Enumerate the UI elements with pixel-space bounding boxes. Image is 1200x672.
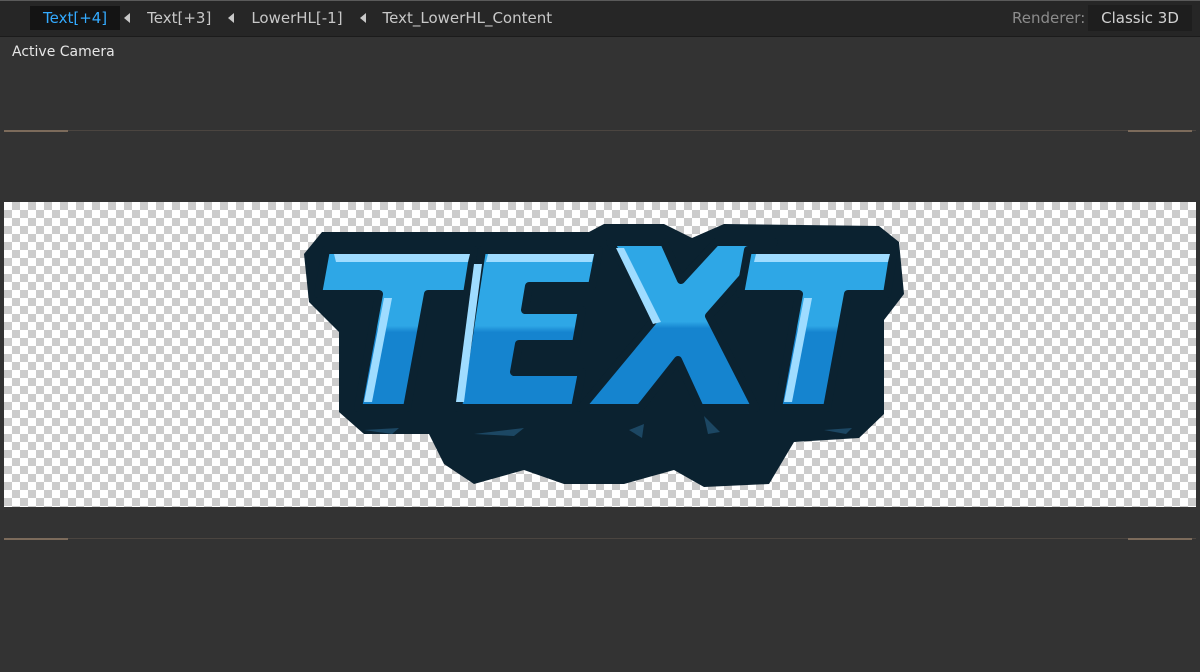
composition-viewer-window: Text[+4] Text[+3] LowerHL[-1] Text_Lower… xyxy=(0,0,1200,672)
breadcrumb-item-text-plus4[interactable]: Text[+4] xyxy=(30,6,121,30)
breadcrumb-item-lowerhl[interactable]: LowerHL[-1] xyxy=(238,6,355,30)
window-top-border xyxy=(0,0,1200,1)
breadcrumb-item-text-lowerhl-content[interactable]: Text_LowerHL_Content xyxy=(370,6,566,30)
chevron-left-icon xyxy=(224,6,238,30)
title-safe-guide-top xyxy=(4,130,1196,131)
composition-frame[interactable] xyxy=(4,202,1196,507)
viewer-toolbar: Text[+4] Text[+3] LowerHL[-1] Text_Lower… xyxy=(0,0,1200,37)
viewer-canvas[interactable]: Active Camera xyxy=(0,37,1200,672)
chevron-left-icon xyxy=(356,6,370,30)
chevron-left-icon xyxy=(120,6,134,30)
title-safe-tick xyxy=(1128,130,1192,132)
breadcrumb: Text[+4] Text[+3] LowerHL[-1] Text_Lower… xyxy=(30,6,565,30)
title-safe-tick xyxy=(1128,538,1192,540)
breadcrumb-item-text-plus3[interactable]: Text[+3] xyxy=(134,6,224,30)
renderer-dropdown[interactable]: Classic 3D xyxy=(1088,5,1192,31)
title-safe-guide-bottom xyxy=(4,538,1196,539)
text-logo xyxy=(304,224,904,487)
title-safe-tick xyxy=(4,130,68,132)
active-camera-label: Active Camera xyxy=(12,44,115,60)
renderer-label: Renderer: xyxy=(1012,9,1086,27)
title-safe-tick xyxy=(4,538,68,540)
